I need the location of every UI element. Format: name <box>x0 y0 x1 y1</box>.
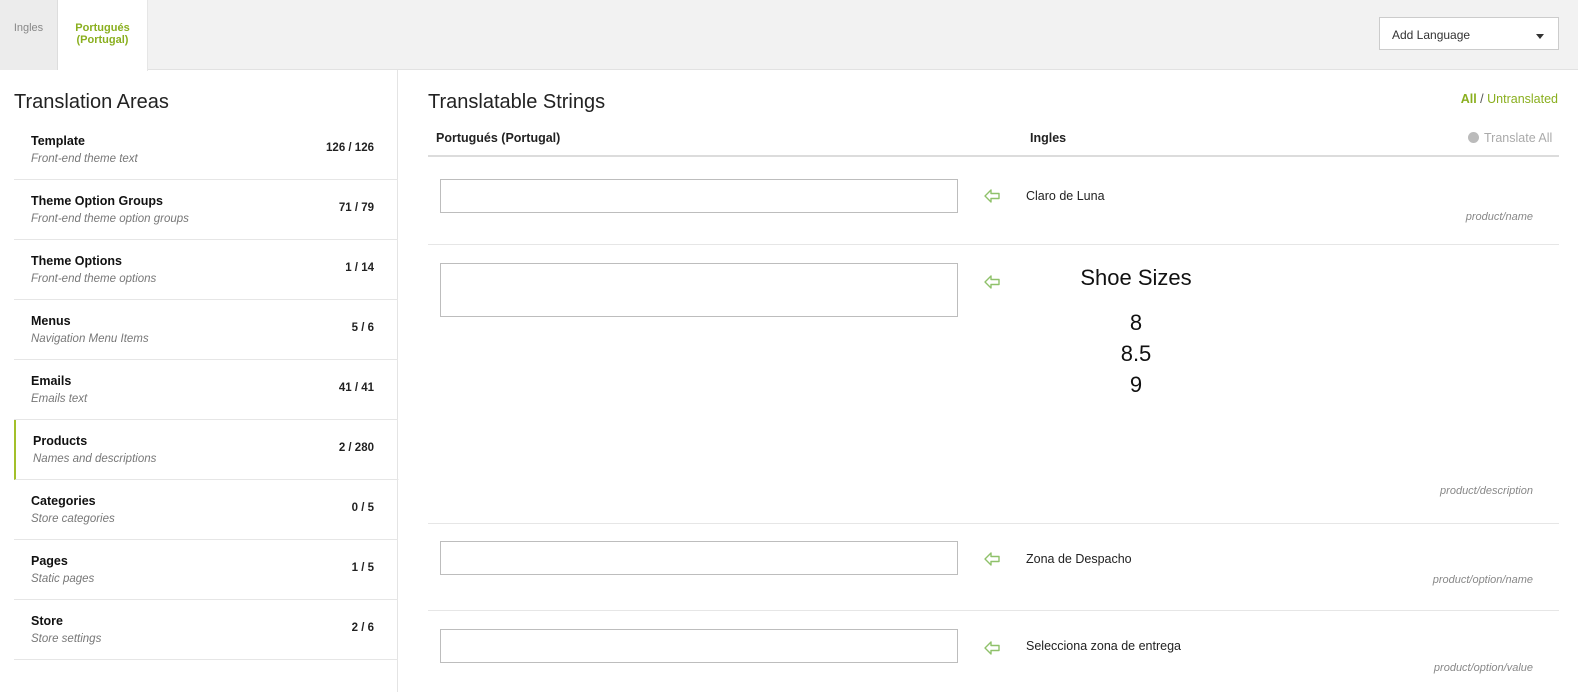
area-description: Front-end theme text <box>31 153 138 165</box>
area-name: Pages <box>31 554 68 568</box>
area-description: Store settings <box>31 633 102 645</box>
area-name: Template <box>31 134 85 148</box>
source-text: Zona de Despacho <box>1026 552 1132 566</box>
string-path: product/option/value <box>1433 662 1533 674</box>
area-count: 1 / 14 <box>345 262 374 274</box>
area-description: Store categories <box>31 513 115 525</box>
string-path: product/description <box>1440 485 1533 497</box>
source-heading: Shoe Sizes <box>1080 265 1192 290</box>
area-name: Store <box>31 614 63 628</box>
page-title: Translatable Strings <box>428 91 606 113</box>
column-header-source: Ingles <box>1030 131 1067 145</box>
area-name: Categories <box>31 494 96 508</box>
string-row: Claro de Luna product/name <box>428 157 1559 245</box>
translation-input[interactable] <box>440 541 958 575</box>
area-item-emails[interactable]: Emails Emails text 41 / 41 <box>14 360 398 420</box>
area-item-menus[interactable]: Menus Navigation Menu Items 5 / 6 <box>14 300 398 360</box>
area-item-theme-option-groups[interactable]: Theme Option Groups Front-end theme opti… <box>14 180 398 240</box>
area-item-template[interactable]: Template Front-end theme text 126 / 126 <box>14 120 398 180</box>
tab-label: Ingles <box>13 22 44 34</box>
source-list: 8 8.5 9 <box>1026 307 1246 400</box>
area-item-categories[interactable]: Categories Store categories 0 / 5 <box>14 480 398 540</box>
area-name: Products <box>33 434 88 448</box>
area-count: 2 / 6 <box>351 622 374 634</box>
globe-icon <box>1468 132 1479 143</box>
area-name: Menus <box>31 314 71 328</box>
string-path: product/option/name <box>1432 574 1533 586</box>
source-list-item: 8.5 <box>1120 341 1152 366</box>
area-count: 5 / 6 <box>351 322 374 334</box>
string-row: Zona de Despacho product/option/name <box>428 524 1559 611</box>
language-tab-bar: Ingles Portugués (Portugal) Add Language <box>0 0 1578 71</box>
tab-label: Portugués (Portugal) <box>75 22 130 46</box>
area-name: Emails <box>31 374 72 388</box>
copy-source-arrow-icon[interactable] <box>984 641 1000 655</box>
copy-source-arrow-icon[interactable] <box>984 189 1000 203</box>
copy-source-arrow-icon[interactable] <box>984 552 1000 566</box>
area-description: Front-end theme option groups <box>31 213 189 225</box>
area-name: Theme Option Groups <box>31 194 163 208</box>
area-description: Names and descriptions <box>33 453 157 465</box>
area-description: Emails text <box>31 393 88 405</box>
translation-textarea[interactable] <box>440 263 958 317</box>
tab-ingles[interactable]: Ingles <box>0 0 58 70</box>
add-language-select[interactable]: Add Language <box>1379 17 1559 50</box>
area-description: Front-end theme options <box>31 273 157 285</box>
area-count: 126 / 126 <box>326 142 374 154</box>
area-count: 1 / 5 <box>351 562 374 574</box>
area-count: 0 / 5 <box>351 502 374 514</box>
translation-input[interactable] <box>440 179 958 213</box>
filter-separator: / <box>1480 92 1484 106</box>
translate-all-label: Translate All <box>1484 131 1553 145</box>
area-description: Static pages <box>31 573 95 585</box>
area-count: 41 / 41 <box>338 382 374 394</box>
string-row: Shoe Sizes 8 8.5 9 product/description <box>428 245 1559 524</box>
source-list-item: 9 <box>1129 372 1143 397</box>
area-item-store[interactable]: Store Store settings 2 / 6 <box>14 600 398 660</box>
area-description: Navigation Menu Items <box>31 333 149 345</box>
copy-source-arrow-icon[interactable] <box>984 275 1000 289</box>
translation-input[interactable] <box>440 629 958 663</box>
area-item-products[interactable]: Products Names and descriptions 2 / 280 <box>14 420 399 480</box>
source-text: Claro de Luna <box>1026 189 1105 203</box>
string-row: Selecciona zona de entrega product/optio… <box>428 611 1559 692</box>
translation-areas-panel: Translation Areas Template Front-end the… <box>0 70 399 692</box>
add-language-label: Add Language <box>1392 28 1471 42</box>
string-path: product/name <box>1465 211 1533 223</box>
chevron-down-icon <box>1536 34 1544 39</box>
filter-all-link[interactable]: All <box>1461 92 1477 106</box>
source-list-item: 8 <box>1129 310 1143 335</box>
column-header-target: Portugués (Portugal) <box>436 131 561 145</box>
source-text: Selecciona zona de entrega <box>1026 639 1181 653</box>
string-filter: All / Untranslated <box>1461 92 1558 106</box>
sidebar-title: Translation Areas <box>14 91 169 113</box>
translate-all-button[interactable]: Translate All <box>1468 131 1552 145</box>
area-count: 2 / 280 <box>338 442 374 454</box>
source-rich-content: Shoe Sizes 8 8.5 9 <box>1026 265 1246 400</box>
area-count: 71 / 79 <box>338 202 374 214</box>
filter-untranslated-link[interactable]: Untranslated <box>1487 92 1558 106</box>
area-item-theme-options[interactable]: Theme Options Front-end theme options 1 … <box>14 240 398 300</box>
area-name: Theme Options <box>31 254 122 268</box>
area-item-pages[interactable]: Pages Static pages 1 / 5 <box>14 540 398 600</box>
translation-area-list: Template Front-end theme text 126 / 126 … <box>14 120 399 660</box>
tab-portugues[interactable]: Portugués (Portugal) <box>58 0 148 71</box>
